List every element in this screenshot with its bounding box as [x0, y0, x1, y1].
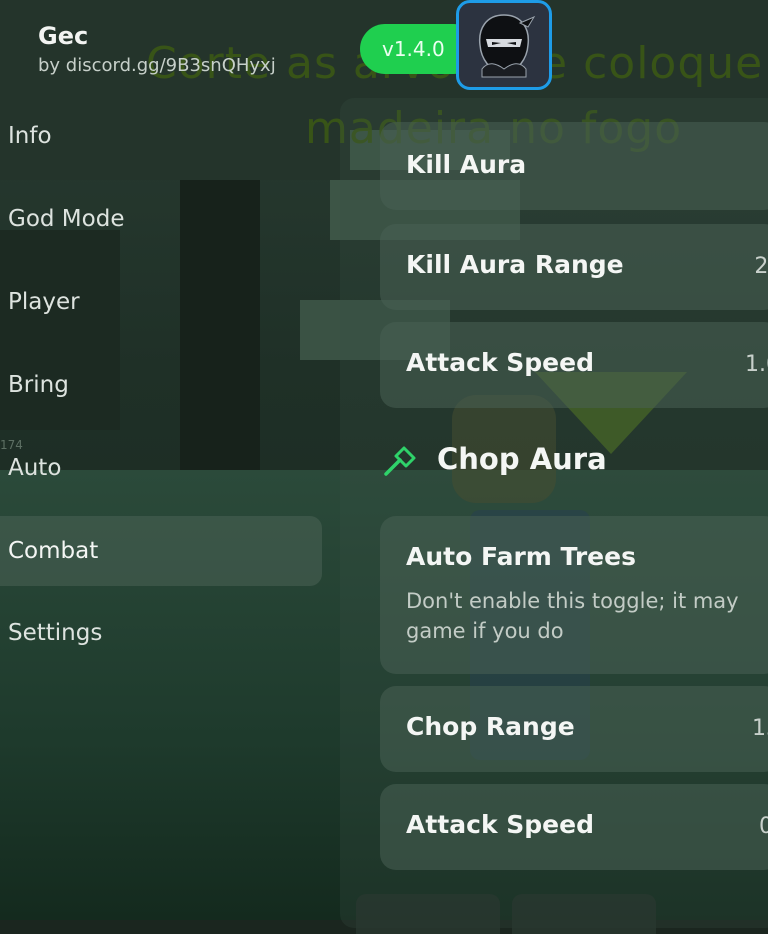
kill-aura-toggle-row[interactable]: Kill Aura	[380, 122, 768, 210]
sidebar-item-god-mode[interactable]: God Mode	[0, 184, 322, 254]
sidebar-item-player[interactable]: Player	[0, 267, 322, 337]
ninja-avatar-icon[interactable]	[456, 0, 552, 90]
sidebar-item-bring[interactable]: Bring	[0, 350, 322, 420]
chop-attack-speed-label: Attack Speed	[406, 810, 594, 839]
chop-range-label: Chop Range	[406, 712, 575, 741]
chop-aura-title: Chop Aura	[437, 442, 607, 476]
auto-farm-trees-toggle-row[interactable]: Auto Farm Trees Don't enable this toggle…	[380, 516, 768, 674]
bottom-button-left[interactable]	[356, 894, 500, 934]
chop-attack-speed-slider-row[interactable]: Attack Speed 0.	[380, 784, 768, 870]
bottom-button-right[interactable]	[512, 894, 656, 934]
hammer-icon	[384, 446, 416, 476]
kill-aura-range-label: Kill Aura Range	[406, 250, 624, 279]
auto-farm-trees-description: Don't enable this toggle; it may game if…	[406, 589, 739, 643]
chop-range-value: 15	[752, 716, 768, 741]
kill-aura-range-value: 2?	[754, 254, 768, 279]
chop-range-slider-row[interactable]: Chop Range 15	[380, 686, 768, 772]
chop-attack-speed-value: 0.	[759, 814, 768, 839]
app-subtitle: by discord.gg/9B3snQHyxj	[38, 55, 276, 76]
combat-content-panel: Kill Aura Kill Aura Range 2? Attack Spee…	[340, 98, 768, 934]
kill-aura-label: Kill Aura	[406, 150, 527, 179]
sidebar-item-combat[interactable]: Combat	[0, 516, 322, 586]
attack-speed-slider-row[interactable]: Attack Speed 1.0	[380, 322, 768, 408]
sidebar-item-info[interactable]: Info	[0, 101, 322, 171]
kill-aura-range-slider-row[interactable]: Kill Aura Range 2?	[380, 224, 768, 310]
attack-speed-value: 1.0	[745, 352, 768, 377]
auto-farm-trees-label: Auto Farm Trees	[406, 542, 636, 571]
app-title: Gec	[38, 22, 89, 50]
sidebar-item-settings[interactable]: Settings	[0, 598, 322, 668]
window-header: Gec by discord.gg/9B3snQHyxj v1.4.0	[0, 0, 768, 90]
attack-speed-label: Attack Speed	[406, 348, 594, 377]
sidebar-item-auto[interactable]: Auto	[0, 433, 322, 503]
